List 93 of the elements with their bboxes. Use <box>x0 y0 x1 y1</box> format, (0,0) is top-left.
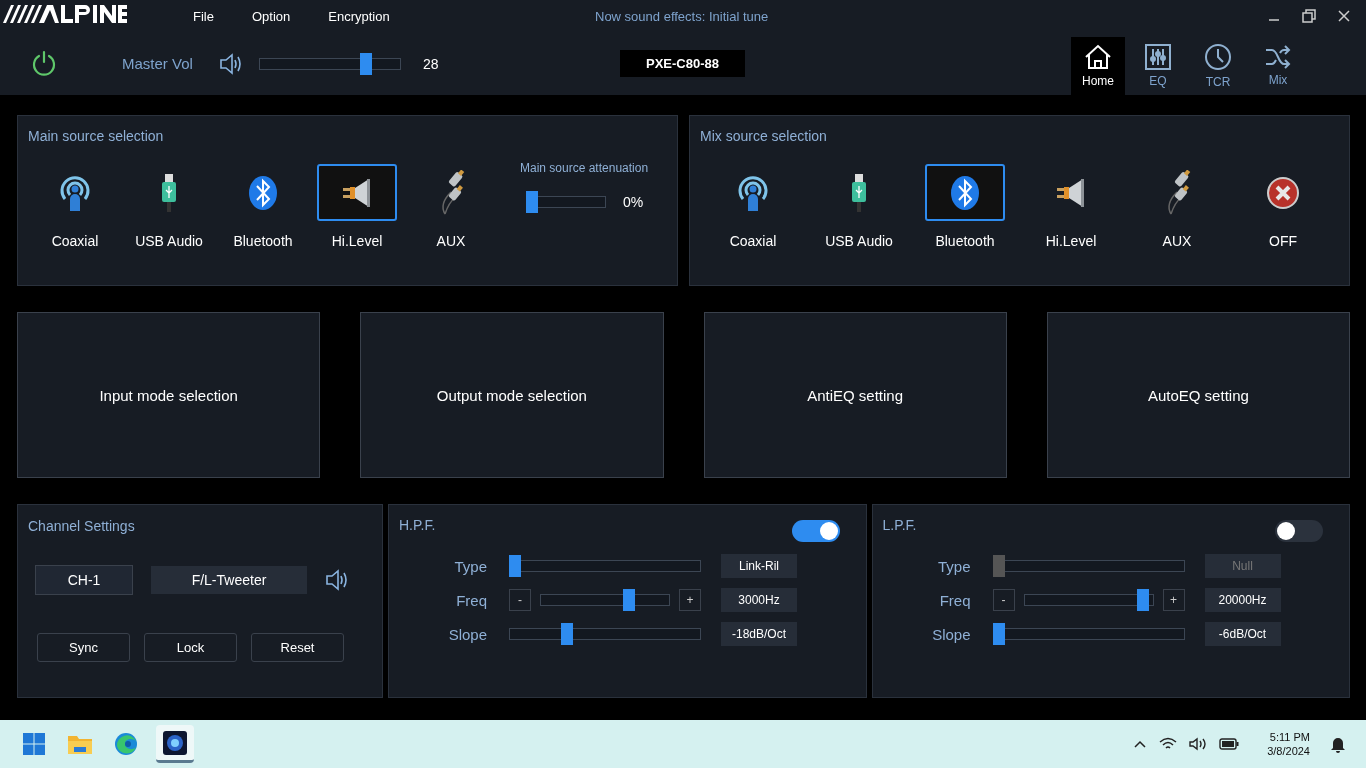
master-volume-slider[interactable] <box>258 52 401 75</box>
source-label: Coaxial <box>729 233 777 249</box>
source-label: Bluetooth <box>935 233 995 249</box>
source-label: Hi.Level <box>331 233 383 249</box>
cross-icon <box>1267 176 1299 209</box>
row-label: Slope <box>931 625 972 643</box>
menu-item[interactable]: Encryption <box>328 8 390 24</box>
volume-icon[interactable] <box>1189 737 1208 751</box>
value-box: Null <box>1204 554 1281 578</box>
channel-selector[interactable]: CH-1 <box>35 565 133 595</box>
filter-slider[interactable] <box>992 623 1185 645</box>
mode-card[interactable]: Output mode selection <box>360 312 664 478</box>
wifi-icon[interactable] <box>1159 737 1178 751</box>
source-label: AUX <box>1162 233 1192 249</box>
toggle-switch[interactable] <box>1275 520 1323 542</box>
app-icon <box>162 729 188 756</box>
clock-time[interactable]: 5:11 PM <box>1269 731 1310 743</box>
panel-title: L.P.F. <box>882 517 917 535</box>
usb-plug-icon <box>851 172 867 213</box>
source-label: USB Audio <box>825 233 893 249</box>
row-label: Slope <box>447 625 488 643</box>
minus-button[interactable]: - <box>509 589 531 611</box>
status-text: Now sound effects: Initial tune <box>595 9 769 24</box>
speaker-icon <box>341 176 373 209</box>
value-box: Link-Ril <box>721 554 797 578</box>
close-icon[interactable] <box>1338 10 1350 22</box>
browser-icon <box>114 732 138 756</box>
windows-icon <box>22 732 46 756</box>
row-label: Type <box>453 557 488 575</box>
row-label: Freq <box>938 591 972 609</box>
shuffle-icon <box>1265 45 1291 69</box>
device-name: PXE-C80-88 <box>620 50 745 77</box>
attenuation-slider[interactable] <box>526 191 606 213</box>
filter-slider[interactable] <box>509 623 701 645</box>
source-label: USB Audio <box>135 233 203 249</box>
restore-icon[interactable] <box>1302 9 1316 23</box>
channel-button[interactable]: Lock <box>144 633 237 662</box>
mode-card[interactable]: AntiEQ setting <box>703 312 1007 478</box>
power-icon[interactable] <box>30 49 58 78</box>
mode-card[interactable]: Input mode selection <box>17 312 321 478</box>
clock-date[interactable]: 3/8/2024 <box>1267 745 1310 757</box>
toggle-switch[interactable] <box>791 520 840 542</box>
home-icon <box>1084 44 1112 70</box>
clock-icon <box>1204 43 1232 71</box>
speaker-selector[interactable]: F/L-Tweeter <box>151 566 307 594</box>
source-label: Coaxial <box>51 233 99 249</box>
filter-slider[interactable] <box>509 555 701 577</box>
filter-slider[interactable] <box>540 589 670 611</box>
source-option[interactable] <box>317 164 397 221</box>
bluetooth-icon <box>248 174 278 211</box>
row-label: Freq <box>455 591 488 609</box>
row-label: Type <box>936 557 972 575</box>
value-box: -18dB/Oct <box>721 622 797 646</box>
volume-value: 28 <box>422 55 439 72</box>
attenuation-label: Main source attenuation <box>520 161 649 175</box>
source-label: OFF <box>1269 233 1297 249</box>
filter-slider[interactable] <box>1023 589 1154 611</box>
chevron-up-icon[interactable] <box>1133 739 1148 749</box>
source-label: Bluetooth <box>233 233 293 249</box>
source-option[interactable] <box>925 164 1005 221</box>
bell-icon[interactable] <box>1330 735 1346 753</box>
taskbar-app[interactable] <box>156 725 194 763</box>
battery-icon[interactable] <box>1219 738 1240 750</box>
master-volume-label: Master Vol <box>122 55 193 72</box>
mode-card[interactable]: AutoEQ setting <box>1046 312 1350 478</box>
panel-title: Mix source selection <box>700 128 828 144</box>
speaker-icon[interactable] <box>218 52 243 75</box>
attenuation-value: 0% <box>623 194 644 210</box>
panel-title: Main source selection <box>28 128 165 144</box>
panel-title: Channel Settings <box>28 518 135 534</box>
speaker-icon <box>1055 176 1087 209</box>
menu-item[interactable]: File <box>193 8 214 24</box>
value-box: 20000Hz <box>1204 588 1281 612</box>
speaker-icon[interactable] <box>325 569 349 591</box>
value-box: -6dB/Oct <box>1204 622 1281 646</box>
value-box: 3000Hz <box>721 588 797 612</box>
source-label: AUX <box>436 233 466 249</box>
nav-tab[interactable]: Home <box>1071 37 1125 95</box>
menu-item[interactable]: Option <box>251 8 291 24</box>
minus-button[interactable]: - <box>992 589 1015 611</box>
usb-plug-icon <box>161 172 177 213</box>
nav-tab[interactable]: EQ <box>1131 37 1185 95</box>
panel-title: H.P.F. <box>399 517 436 535</box>
equalizer-icon <box>1145 44 1171 70</box>
source-label: Hi.Level <box>1045 233 1097 249</box>
plus-button[interactable]: + <box>1162 589 1185 611</box>
nav-tab[interactable]: TCR <box>1191 37 1245 95</box>
folder-icon <box>67 733 93 755</box>
channel-button[interactable]: Sync <box>37 633 130 662</box>
plus-button[interactable]: + <box>679 589 701 611</box>
channel-button[interactable]: Reset <box>251 633 344 662</box>
bluetooth-icon <box>950 174 980 211</box>
nav-tab[interactable]: Mix <box>1251 37 1305 95</box>
